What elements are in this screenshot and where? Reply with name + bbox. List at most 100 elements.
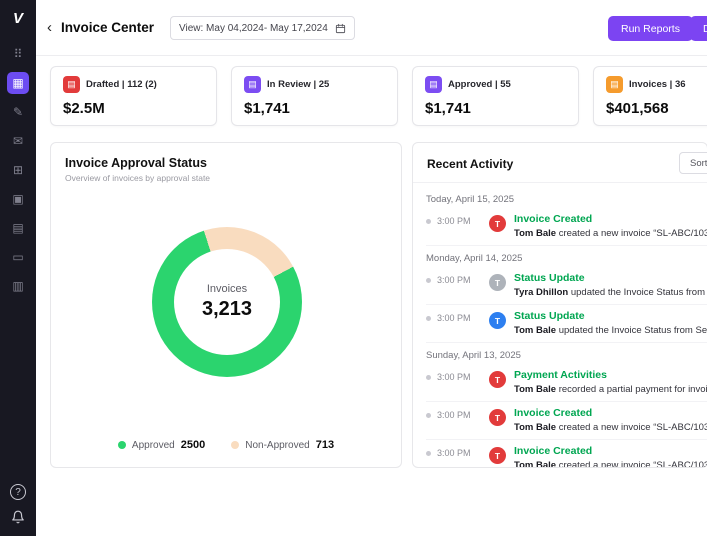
- stat-label: In Review | 25: [267, 79, 330, 90]
- activity-item[interactable]: 3:00 PM T Status Update Tyra Dhillon update…: [426, 267, 707, 305]
- stat-card-invoices[interactable]: ▤ Invoices | 36 $401,568: [593, 66, 707, 126]
- activity-time: 3:00 PM: [426, 310, 481, 323]
- timeline-dot: [426, 277, 431, 283]
- legend-label: Non-Approved: [245, 439, 310, 451]
- legend-item: Non-Approved 713: [231, 439, 334, 451]
- back-chevron-icon[interactable]: ‹: [47, 19, 52, 36]
- stat-card-drafted[interactable]: ▤ Drafted | 112 (2) $2.5M: [50, 66, 217, 126]
- sidebar-bottom: ?: [10, 484, 26, 536]
- notifications-bell-icon[interactable]: [11, 510, 25, 524]
- approved-icon: ▤: [425, 76, 442, 93]
- brand-logo-icon[interactable]: V: [13, 10, 23, 27]
- header: ‹ Invoice Center View: May 04,2024- May …: [36, 0, 707, 56]
- activity-detail: Tom Bale created a new invoice “SL-ABC/1…: [514, 460, 707, 467]
- stat-card-in-review[interactable]: ▤ In Review | 25 $1,741: [231, 66, 398, 126]
- stat-value: $1,741: [244, 100, 290, 117]
- invoices-icon: ▤: [606, 76, 623, 93]
- sidebar-item-payments[interactable]: ▭: [7, 246, 29, 268]
- run-reports-button[interactable]: Run Reports: [608, 16, 693, 41]
- legend-value: 713: [315, 439, 335, 451]
- activity-actor: Tom Bale: [514, 325, 557, 336]
- drafted-icon: ▤: [63, 76, 80, 93]
- avatar: T: [489, 409, 506, 426]
- sidebar-item-reports[interactable]: ▥: [7, 275, 29, 297]
- activity-time: 3:00 PM: [426, 407, 481, 420]
- avatar: T: [489, 312, 506, 329]
- stat-value: $1,741: [425, 100, 471, 117]
- date-range-selector[interactable]: View: May 04,2024- May 17,2024: [170, 16, 355, 40]
- activity-item[interactable]: 3:00 PM T Invoice Created Tom Bale created …: [426, 402, 707, 440]
- recent-activity-title: Recent Activity: [427, 157, 514, 171]
- in-review-icon: ▤: [244, 76, 261, 93]
- sidebar-item-drafts[interactable]: ✎: [7, 101, 29, 123]
- activity-action-link[interactable]: Status Update: [514, 272, 707, 284]
- dashboard-icon: ▦: [12, 76, 24, 90]
- timeline-dot: [426, 374, 431, 380]
- donut-center-label: Invoices: [206, 283, 248, 295]
- activity-actor: Tyra Dhillon: [514, 287, 569, 298]
- activity-date: Monday, April 14, 2025: [426, 253, 523, 264]
- sidebar: V ⠿ ▦ ✎ ✉ ⊞ ▣ ▤ ▭ ▥ ?: [0, 0, 36, 536]
- sidebar-item-messages[interactable]: ✉: [7, 130, 29, 152]
- sidebar-item-apps-grid[interactable]: ⠿: [7, 43, 29, 65]
- activity-action-link[interactable]: Invoice Created: [514, 407, 707, 419]
- activity-time: 3:00 PM: [426, 445, 481, 458]
- activity-action-link[interactable]: Payment Activities: [514, 369, 707, 381]
- donut-center-value: 3,213: [201, 298, 253, 320]
- stat-label: Invoices | 36: [629, 79, 686, 90]
- legend-value: 2500: [180, 439, 206, 451]
- stat-card-approved[interactable]: ▤ Approved | 55 $1,741: [412, 66, 579, 126]
- date-range-value: View: May 04,2024- May 17,2024: [179, 22, 328, 34]
- timeline-dot: [426, 412, 431, 418]
- activity-date: Today, April 15, 2025: [426, 194, 515, 205]
- activity-detail: Tom Bale created a new invoice “SL-ABC/1…: [514, 228, 707, 239]
- approval-donut: Invoices 3,213: [152, 227, 302, 377]
- activity-action-link[interactable]: Invoice Created: [514, 445, 707, 457]
- stat-label: Approved | 55: [448, 79, 511, 90]
- timeline-dot: [426, 315, 431, 321]
- avatar: T: [489, 215, 506, 232]
- messages-icon: ✉: [12, 134, 24, 148]
- activity-action-link[interactable]: Invoice Created: [514, 213, 707, 225]
- recent-activity-panel: Recent Activity Sort By Today, April 15,…: [412, 142, 707, 468]
- download-button[interactable]: D: [690, 16, 707, 41]
- reports-icon: ▥: [12, 279, 24, 293]
- sidebar-item-dashboard[interactable]: ▦: [7, 72, 29, 94]
- activity-item[interactable]: 3:00 PM T Invoice Created Tom Bale created …: [426, 440, 707, 467]
- activity-detail: Tyra Dhillon updated the Invoice Status …: [514, 287, 707, 298]
- activity-actor: Tom Bale: [514, 460, 557, 467]
- activity-actor: Tom Bale: [514, 422, 557, 433]
- orders-icon: ⊞: [12, 163, 24, 177]
- sidebar-item-documents[interactable]: ▤: [7, 217, 29, 239]
- activity-time: 3:00 PM: [426, 272, 481, 285]
- documents-icon: ▤: [12, 221, 24, 235]
- calendar-icon: [335, 23, 346, 34]
- activity-list: Today, April 15, 2025 3:00 PM T Invoice Cre…: [413, 183, 707, 467]
- donut-center: Invoices 3,213: [152, 227, 302, 377]
- activity-item[interactable]: 3:00 PM T Payment Activities Tom Bale recor…: [426, 364, 707, 402]
- recent-activity-header: Recent Activity Sort By: [413, 143, 707, 183]
- activity-actor: Tom Bale: [514, 228, 557, 239]
- activity-item[interactable]: 3:00 PM T Invoice Created Tom Bale created …: [426, 208, 707, 246]
- panel-title: Invoice Approval Status: [65, 156, 207, 170]
- activity-action-link[interactable]: Status Update: [514, 310, 707, 322]
- legend-item: Approved 2500: [117, 439, 206, 451]
- sidebar-item-orders[interactable]: ⊞: [7, 159, 29, 181]
- sort-by-button[interactable]: Sort By: [679, 152, 707, 174]
- inbox-icon: ▣: [12, 192, 24, 206]
- activity-time: 3:00 PM: [426, 213, 481, 226]
- activity-item[interactable]: 3:00 PM T Status Update Tom Bale updated th…: [426, 305, 707, 343]
- avatar: T: [489, 274, 506, 291]
- help-icon[interactable]: ?: [10, 484, 26, 500]
- activity-time: 3:00 PM: [426, 369, 481, 382]
- stat-value: $2.5M: [63, 100, 105, 117]
- activity-actor: Tom Bale: [514, 384, 557, 395]
- invoice-approval-status-panel: Invoice Approval Status Overview of invo…: [50, 142, 402, 468]
- stat-value: $401,568: [606, 100, 669, 117]
- legend-label: Approved: [131, 439, 175, 451]
- donut-legend: Approved 2500 Non-Approved 713: [51, 439, 401, 451]
- sidebar-item-inbox[interactable]: ▣: [7, 188, 29, 210]
- invoice-center-screen: V ⠿ ▦ ✎ ✉ ⊞ ▣ ▤ ▭ ▥ ? ‹ Invoice Center View: May…: [0, 0, 707, 536]
- drafts-icon: ✎: [12, 105, 24, 119]
- page-title: Invoice Center: [61, 20, 155, 35]
